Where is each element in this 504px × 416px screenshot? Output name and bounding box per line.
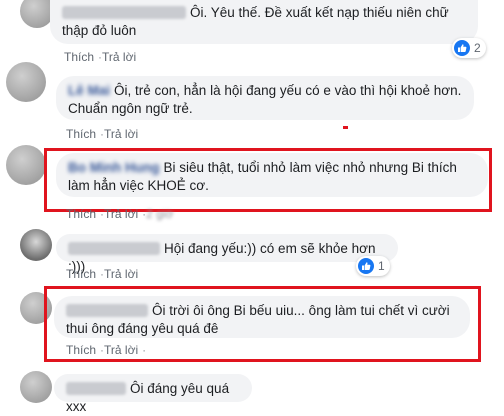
avatar[interactable]	[20, 371, 52, 403]
comment-bubble: Hội đang yếu:)) có em sẽ khỏe hơn :)))	[56, 234, 398, 274]
stray-mark	[343, 126, 348, 129]
avatar[interactable]	[6, 62, 46, 102]
like-button[interactable]: Thích	[66, 207, 96, 221]
comment-text: Ôi, trẻ con, hẳn là hội đang yếu có e và…	[68, 83, 462, 116]
reaction-summary[interactable]: 1	[356, 256, 390, 276]
like-button[interactable]: Thích	[66, 127, 96, 141]
reply-button[interactable]: Trả lời	[104, 343, 138, 357]
like-icon	[358, 258, 374, 274]
comment-bubble: Ôi đáng yêu quá xxx	[54, 374, 252, 414]
reply-button[interactable]: Trả lời	[104, 127, 138, 141]
comment-actions: Thích ·Trả lời	[66, 267, 138, 281]
comment-actions: Thích ·Trả lời	[64, 50, 136, 64]
comment-bubble: Ôi. Yêu thế. Đề xuất kết nạp thiếu niên …	[50, 0, 478, 44]
reaction-count: 2	[474, 41, 481, 55]
reply-button[interactable]: Trả lời	[104, 267, 138, 281]
like-button[interactable]: Thích	[66, 343, 96, 357]
like-icon	[454, 40, 470, 56]
reply-button[interactable]: Trả lời	[104, 207, 138, 221]
avatar[interactable]	[20, 229, 52, 261]
reaction-summary[interactable]: 2	[452, 38, 486, 58]
highlight-box	[44, 148, 492, 212]
comment-actions: Thích ·Trả lời ·	[66, 343, 146, 357]
comment-author[interactable]	[68, 242, 160, 255]
avatar[interactable]	[20, 0, 54, 28]
comment-time[interactable]: 2 giờ	[146, 207, 173, 221]
avatar[interactable]	[6, 145, 46, 185]
comment-actions: Thích ·Trả lời ·2 giờ	[66, 207, 173, 221]
comment-author[interactable]	[62, 6, 186, 19]
like-button[interactable]: Thích	[66, 267, 96, 281]
comment-author[interactable]: Lê Mai	[68, 82, 110, 100]
comment-author[interactable]	[66, 382, 126, 395]
comment-bubble: Lê Mai Ôi, trẻ con, hẳn là hội đang yếu c…	[56, 76, 474, 120]
like-button[interactable]: Thích	[64, 50, 94, 64]
comment-actions: Thích ·Trả lời	[66, 127, 138, 141]
reaction-count: 1	[378, 259, 385, 273]
reply-button[interactable]: Trả lời	[102, 50, 136, 64]
separator: ·	[142, 343, 147, 357]
